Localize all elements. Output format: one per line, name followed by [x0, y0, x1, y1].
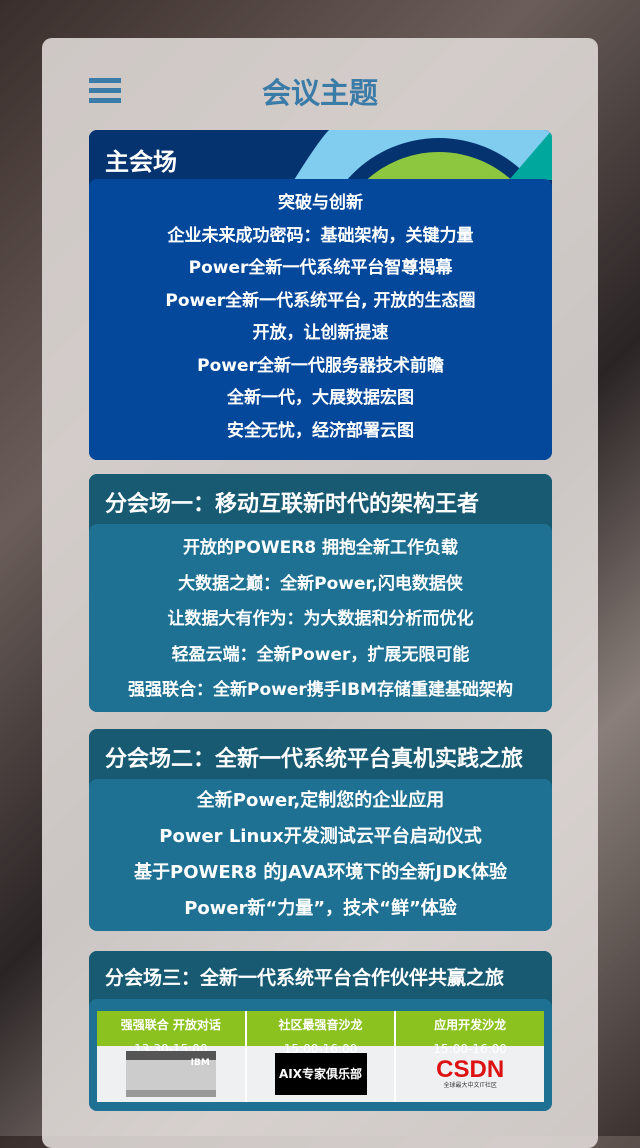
list-item[interactable]: Power新“力量”，技术“鲜”体验 [89, 897, 552, 931]
partner-card[interactable]: 强强联合 开放对话 13:30-15:00 IBM [97, 1011, 247, 1102]
list-item[interactable]: 企业未来成功密码：基础架构，关键力量 [89, 224, 552, 257]
aix-club-logo: AIX专家俱乐部 [274, 1053, 367, 1095]
list-item[interactable]: 基于POWER8 的JAVA环境下的全新JDK体验 [89, 861, 552, 897]
list-item[interactable]: 轻盈云端：全新Power，扩展无限可能 [89, 643, 552, 679]
session3-section: 分会场三：全新一代系统平台合作伙伴共赢之旅 强强联合 开放对话 13:30-15:… [89, 951, 552, 1111]
session2-section: 分会场二：全新一代系统平台真机实践之旅 全新Power,定制您的企业应用 Pow… [89, 729, 552, 931]
topic-list: 突破与创新 企业未来成功密码：基础架构，关键力量 Power全新一代系统平台智尊… [89, 179, 552, 460]
page-title: 会议主题 [261, 76, 378, 110]
list-item[interactable]: 突破与创新 [89, 191, 552, 224]
main-venue-section: 主会场 突破与创新 企业未来成功密码：基础架构，关键力量 Power全新一代系统… [89, 130, 552, 460]
list-item[interactable]: 全新一代，大展数据宏图 [89, 386, 552, 419]
section-title: 主会场 [105, 148, 177, 176]
topic-list: 全新Power,定制您的企业应用 Power Linux开发测试云平台启动仪式 … [89, 779, 552, 931]
section-header: 主会场 [89, 130, 552, 180]
list-item[interactable]: 强强联合：全新Power携手IBM存储重建基础架构 [89, 678, 552, 712]
list-item[interactable]: 让数据大有作为：为大数据和分析而优化 [89, 607, 552, 643]
partner-card[interactable]: 社区最强音沙龙 15:00-16:00 AIX专家俱乐部 [246, 1011, 397, 1102]
card-title: 社区最强音沙龙 [278, 1018, 363, 1032]
topic-list: 开放的POWER8 拥抱全新工作负载 大数据之巅：全新Power,闪电数据侠 让… [89, 524, 552, 712]
ibm-booth-image: IBM [125, 1051, 216, 1097]
list-item[interactable]: Power全新一代服务器技术前瞻 [89, 354, 552, 387]
csdn-logo: CSDN 全球最大中文IT社区 [436, 1056, 505, 1090]
list-item[interactable]: 开放，让创新提速 [89, 321, 552, 354]
partner-grid: 强强联合 开放对话 13:30-15:00 IBM 社区最强音沙龙 15:00-16… [89, 999, 552, 1111]
section-title: 分会场一：移动互联新时代的架构王者 [89, 474, 552, 524]
card-title: 强强联合 开放对话 [120, 1018, 221, 1032]
session1-section: 分会场一：移动互联新时代的架构王者 开放的POWER8 拥抱全新工作负载 大数据… [89, 474, 552, 712]
section-title: 分会场二：全新一代系统平台真机实践之旅 [89, 729, 552, 779]
card-title: 应用开发沙龙 [434, 1018, 507, 1032]
list-item[interactable]: 大数据之巅：全新Power,闪电数据侠 [89, 572, 552, 608]
section-title: 分会场三：全新一代系统平台合作伙伴共赢之旅 [89, 951, 552, 1001]
list-item[interactable]: Power全新一代系统平台智尊揭幕 [89, 256, 552, 289]
list-item[interactable]: 安全无忧，经济部署云图 [89, 419, 552, 452]
list-item[interactable]: 开放的POWER8 拥抱全新工作负载 [89, 536, 552, 572]
list-item[interactable]: Power Linux开发测试云平台启动仪式 [89, 825, 552, 861]
list-item[interactable]: 全新Power,定制您的企业应用 [89, 789, 552, 825]
partner-card[interactable]: 应用开发沙龙 15:00-16:00 CSDN 全球最大中文IT社区 [396, 1011, 545, 1102]
list-item[interactable]: Power全新一代系统平台, 开放的生态圈 [89, 289, 552, 322]
